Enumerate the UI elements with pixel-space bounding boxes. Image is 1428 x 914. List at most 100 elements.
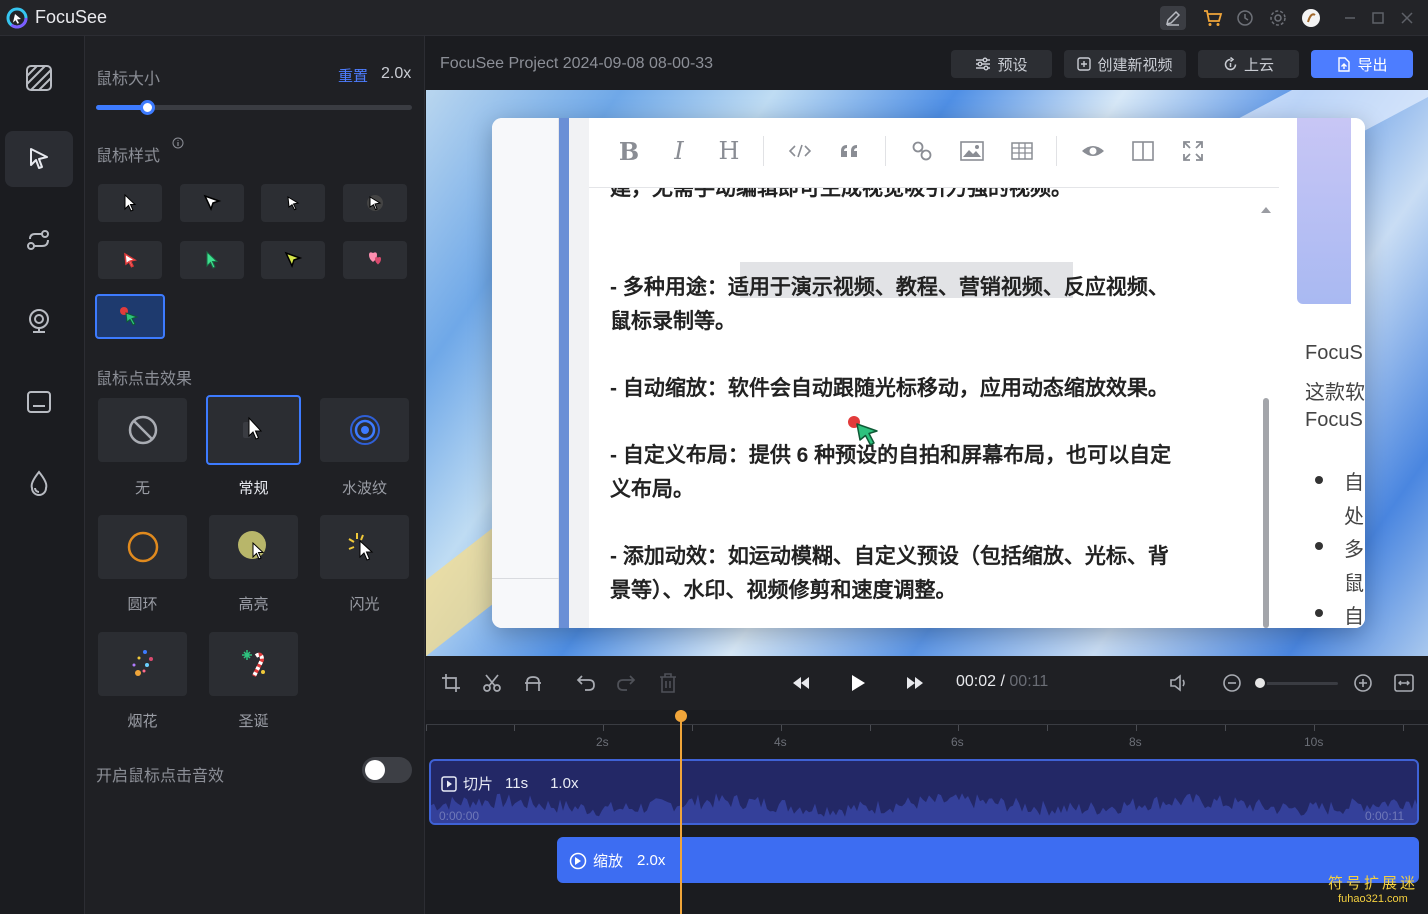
- video-clip[interactable]: 切片 11s 1.0x 0:00:00 0:00:11: [429, 759, 1419, 825]
- cursor-style-dot-green-arrow[interactable]: [95, 294, 165, 339]
- crop-icon[interactable]: [436, 668, 466, 698]
- right-bullet-1: 处: [1344, 506, 1364, 528]
- effect-highlight[interactable]: [209, 515, 298, 579]
- redo-icon[interactable]: [611, 668, 641, 698]
- cursor-style-white-arrow[interactable]: [98, 184, 162, 222]
- sliders-icon: [976, 57, 991, 71]
- markdown-editor: B I H 建，无需手动编辑即可生成视觉吸引力强的视频。 - 多种用途：适用于演…: [589, 118, 1279, 628]
- info-icon[interactable]: [172, 137, 184, 149]
- timeline-zoom-slider[interactable]: [1253, 676, 1338, 690]
- bold-icon: B: [618, 136, 640, 166]
- cursor-size-slider[interactable]: [96, 100, 412, 115]
- close-icon[interactable]: [1394, 6, 1420, 30]
- doc-line-5: 义布局。: [610, 478, 694, 501]
- new-video-button[interactable]: 创建新视频: [1064, 50, 1186, 78]
- divider: [492, 578, 559, 579]
- zoom-out-icon[interactable]: [1217, 668, 1247, 698]
- cursor-icon[interactable]: [5, 131, 73, 187]
- avatar[interactable]: [1298, 6, 1324, 30]
- title-bar: FocuSee: [0, 0, 1428, 36]
- delete-icon[interactable]: [653, 668, 683, 698]
- add-box-icon: [1077, 57, 1092, 71]
- upload-icon: [1224, 56, 1237, 70]
- fit-timeline-icon[interactable]: [1389, 668, 1419, 698]
- history-icon[interactable]: [1232, 6, 1258, 30]
- fullscreen-icon: [1177, 136, 1209, 166]
- right-bullet-0: 自: [1344, 472, 1364, 494]
- undo-icon[interactable]: [571, 668, 601, 698]
- upload-cloud-button[interactable]: 上云: [1198, 50, 1299, 78]
- slider-handle[interactable]: [139, 100, 155, 115]
- tick: [870, 725, 871, 731]
- cursor-style-small-arrow[interactable]: [261, 184, 325, 222]
- quote-icon: [834, 136, 866, 166]
- maximize-icon[interactable]: [1365, 6, 1391, 30]
- cut-icon[interactable]: [477, 668, 507, 698]
- timeline[interactable]: 2s 4s 6s 8s 10s 切片 11s 1.0x 0:00:00 0:00…: [426, 710, 1428, 914]
- background-pattern-icon[interactable]: [5, 50, 73, 106]
- cursor-style-green-arrow[interactable]: [180, 241, 244, 279]
- doc-accent-bar: [559, 118, 569, 628]
- watermark-text: 符号扩展迷: [1327, 875, 1418, 892]
- zoom-in-icon[interactable]: [1348, 668, 1378, 698]
- effect-christmas[interactable]: [209, 632, 298, 696]
- export-icon: [1338, 56, 1351, 72]
- right-bullet-4: 自: [1344, 606, 1364, 628]
- effect-fireworks[interactable]: [98, 632, 187, 696]
- playhead-handle[interactable]: [675, 710, 687, 722]
- cursor-style-yellow-arrow[interactable]: [261, 241, 325, 279]
- fast-forward-icon[interactable]: [900, 668, 930, 698]
- motion-path-icon[interactable]: [5, 212, 73, 268]
- tick: [958, 725, 959, 731]
- cursor-style-outline-arrow[interactable]: [180, 184, 244, 222]
- editor-toolbar: B I H: [589, 118, 1279, 188]
- effect-christmas-label: 圣诞: [238, 713, 269, 730]
- cursor-style-red-arrow[interactable]: [98, 241, 162, 279]
- effect-flash[interactable]: [320, 515, 409, 579]
- effect-normal[interactable]: [206, 395, 301, 465]
- export-button[interactable]: 导出: [1311, 50, 1413, 78]
- clip-duration: 11s: [505, 775, 529, 792]
- playhead[interactable]: [680, 710, 682, 914]
- volume-icon[interactable]: [1164, 668, 1194, 698]
- link-icon: [906, 136, 938, 166]
- cursor-style-sparkle-arrow[interactable]: [343, 184, 407, 222]
- slider-handle[interactable]: [1253, 676, 1267, 690]
- preview-eye-icon: [1077, 136, 1109, 166]
- divider: [885, 136, 886, 166]
- video-preview[interactable]: B I H 建，无需手动编辑即可生成视觉吸引力强的视频。 - 多种用途：适用于演…: [426, 90, 1428, 656]
- tick: [603, 725, 604, 731]
- play-icon[interactable]: [843, 668, 873, 698]
- split-clip-icon[interactable]: [518, 668, 548, 698]
- export-label: 导出: [1357, 56, 1388, 74]
- tick: [1047, 725, 1048, 731]
- edit-icon[interactable]: [1160, 6, 1186, 30]
- preset-button[interactable]: 预设: [951, 50, 1052, 78]
- clip-icon: [441, 775, 457, 792]
- clip-end-time: 0:00:11: [1365, 809, 1405, 823]
- webcam-icon[interactable]: [5, 293, 73, 349]
- click-sound-toggle[interactable]: [362, 757, 412, 783]
- doc-line-2: 鼠标录制等。: [610, 310, 736, 333]
- watermark-drop-icon[interactable]: [5, 455, 73, 511]
- zoom-clip[interactable]: 缩放 2.0x: [557, 837, 1419, 883]
- doc-image-block: [1297, 118, 1351, 304]
- effect-none[interactable]: [98, 398, 187, 462]
- reset-link[interactable]: 重置: [338, 65, 368, 86]
- playback-controls: 00:02 / 00:11: [426, 656, 1428, 710]
- doc-gutter: [569, 118, 589, 628]
- rewind-icon[interactable]: [786, 668, 816, 698]
- cart-icon[interactable]: [1200, 6, 1226, 30]
- doc-line-0: 建，无需手动编辑即可生成视觉吸引力强的视频。: [610, 188, 1072, 200]
- minimize-icon[interactable]: [1337, 6, 1363, 30]
- ruler-label: 2s: [596, 735, 609, 749]
- effect-ring[interactable]: [98, 515, 187, 579]
- settings-icon[interactable]: [1265, 6, 1291, 30]
- cursor-style-label: 鼠标样式: [96, 148, 161, 165]
- right-bullet-2: 多: [1344, 539, 1364, 561]
- caption-icon[interactable]: [5, 374, 73, 430]
- tick: [692, 725, 693, 731]
- cursor-style-heart-arrow[interactable]: [343, 241, 407, 279]
- effect-ripple-label: 水波纹: [341, 480, 387, 497]
- effect-ripple[interactable]: [320, 398, 409, 462]
